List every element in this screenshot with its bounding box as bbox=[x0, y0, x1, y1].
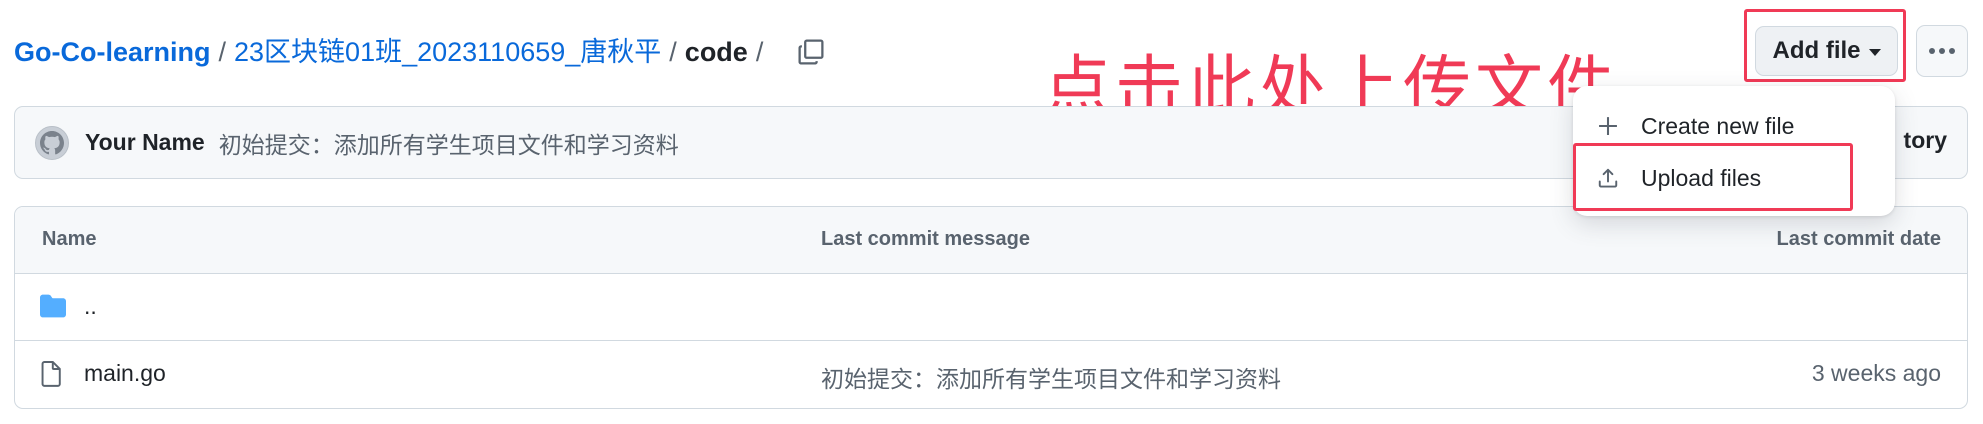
file-commit-date: 3 weeks ago bbox=[1811, 360, 1941, 386]
upload-icon bbox=[1594, 167, 1622, 189]
file-icon bbox=[40, 361, 62, 393]
breadcrumb-separator: / bbox=[218, 37, 227, 67]
breadcrumb-separator: / bbox=[669, 37, 677, 67]
menu-item-create-new-file[interactable]: Create new file bbox=[1573, 102, 1895, 150]
column-header-message: Last commit message bbox=[821, 228, 1030, 250]
column-header-name: Name bbox=[42, 228, 97, 250]
more-options-button[interactable] bbox=[1916, 25, 1968, 77]
commit-message[interactable]: 初始提交：添加所有学生项目文件和学习资料 bbox=[219, 126, 679, 160]
add-file-button[interactable]: Add file bbox=[1755, 26, 1898, 76]
file-name-link[interactable]: main.go bbox=[84, 360, 166, 387]
file-commit-message[interactable]: 初始提交：添加所有学生项目文件和学习资料 bbox=[821, 360, 1281, 394]
copy-path-button[interactable] bbox=[793, 34, 829, 70]
kebab-dot bbox=[1939, 48, 1945, 54]
add-file-label: Add file bbox=[1772, 37, 1861, 64]
table-row[interactable]: main.go 初始提交：添加所有学生项目文件和学习资料 3 weeks ago bbox=[15, 341, 1967, 408]
menu-item-label: Create new file bbox=[1641, 112, 1795, 139]
folder-icon bbox=[40, 294, 66, 324]
breadcrumb-repo-link[interactable]: Go-Co-learning bbox=[14, 34, 211, 70]
kebab-dot bbox=[1949, 48, 1955, 54]
add-file-dropdown-menu: Create new file Upload files bbox=[1573, 86, 1895, 216]
breadcrumb-folder-link[interactable]: 23区块链01班_2023110659_唐秋平 bbox=[234, 34, 661, 70]
column-header-date: Last commit date bbox=[1776, 228, 1941, 250]
history-link[interactable]: tory bbox=[1904, 127, 1947, 154]
table-row[interactable]: .. bbox=[15, 274, 1967, 341]
avatar[interactable] bbox=[35, 125, 69, 160]
repo-code-page: Go-Co-learning / 23区块链01班_2023110659_唐秋平… bbox=[0, 0, 1983, 424]
file-table: Name Last commit message Last commit dat… bbox=[14, 206, 1968, 409]
parent-directory-link[interactable]: .. bbox=[84, 293, 97, 320]
breadcrumb-current: code bbox=[684, 37, 748, 67]
github-avatar-icon bbox=[40, 130, 64, 154]
plus-icon bbox=[1594, 115, 1622, 137]
copy-icon bbox=[798, 39, 824, 65]
menu-item-label: Upload files bbox=[1641, 164, 1762, 191]
kebab-dot bbox=[1929, 48, 1935, 54]
breadcrumb-separator: / bbox=[755, 37, 764, 67]
caret-down-icon bbox=[1868, 49, 1881, 56]
commit-author[interactable]: Your Name bbox=[85, 129, 205, 156]
menu-item-upload-files[interactable]: Upload files bbox=[1573, 154, 1895, 202]
breadcrumb: Go-Co-learning / 23区块链01班_2023110659_唐秋平… bbox=[14, 34, 829, 70]
table-header: Name Last commit message Last commit dat… bbox=[15, 207, 1967, 274]
